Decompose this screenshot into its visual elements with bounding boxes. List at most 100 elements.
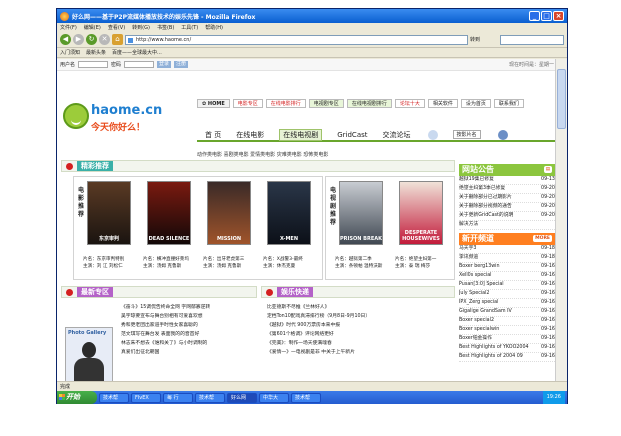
list-item[interactable]: 关于更新GridCast的说明 09-20 [459, 212, 555, 221]
list-item[interactable]: 关于删除部分视频的通告 09-20 [459, 203, 555, 212]
site-logo[interactable]: haome.cn 今天你好么！ [61, 99, 181, 139]
list-item[interactable]: Xell0s special 09-16 [459, 272, 555, 281]
tab-home[interactable]: ✿ HOME [197, 99, 230, 108]
maximize-button[interactable]: □ [541, 11, 552, 21]
taskbar-item[interactable]: FlvEX [131, 392, 161, 403]
tab-movie-zone[interactable]: 电影专区 [232, 99, 263, 108]
home-icon[interactable]: ⌂ [112, 34, 123, 45]
vertical-scrollbar[interactable] [555, 59, 567, 381]
list-item[interactable]: 李讯频道 09-18 [459, 254, 555, 263]
list-item[interactable]: 定档Ton10配戏真滞排行榜（9月8日-9月10日） [267, 312, 455, 321]
search-icon[interactable] [427, 129, 438, 140]
list-item[interactable]: 范文琪写在舞台发 表面我的的音首好 [121, 330, 257, 339]
movie-caption[interactable]: 片名：X战警3-最终 主演：休杰克曼 [263, 256, 319, 270]
list-item[interactable]: Boxer special2 09-16 [459, 317, 555, 326]
tab-software[interactable]: 相关软件 [427, 99, 458, 108]
register-button[interactable]: 注册 [174, 61, 189, 68]
list-item[interactable]: 越狱19集已修复 09-13 [459, 176, 555, 185]
list-item[interactable]: 关于删除部分已过期影片 09-20 [459, 194, 555, 203]
list-item[interactable]: 吴宇琼要宣布与舞台别相有可爱喜欢想 [121, 312, 257, 321]
taskbar-item[interactable]: 技术帮 [195, 392, 225, 403]
list-item[interactable]: 《爱情一》一电视剧是非 中关于上午新片 [267, 348, 455, 357]
list-item[interactable]: Gigalige GrandSam IV 09-16 [459, 308, 555, 317]
movie-poster[interactable]: DEAD SILENCE [147, 181, 191, 245]
nav-online-movies[interactable]: 在线电影 [236, 130, 264, 140]
search-input[interactable] [500, 34, 564, 45]
back-icon[interactable]: ◀ [60, 34, 71, 45]
password-input[interactable] [124, 61, 155, 68]
list-item[interactable]: Boxer berg13win 09-16 [459, 263, 555, 272]
list-item[interactable]: Boxer specialwin 09-16 [459, 326, 555, 335]
tv-caption[interactable]: 片名：越狱第二季 主演：条顿帕 温特沃斯 [335, 256, 391, 270]
system-clock[interactable]: 19:26 [542, 391, 565, 404]
list-item[interactable]: 林志朱不想去《谁和关了》与小时调制的 [121, 339, 257, 348]
tv-poster[interactable]: PRISON BREAK [339, 181, 383, 245]
username-input[interactable] [78, 61, 109, 68]
nav-home[interactable]: 首 页 [205, 130, 221, 140]
tab-tv-rank[interactable]: 在线电视剧排行 [346, 99, 392, 108]
movie-poster[interactable]: 东京审判 [87, 181, 131, 245]
movie-caption[interactable]: 片名：出牙老虎第三 主演：汤姆 克鲁斯 [203, 256, 259, 270]
list-item[interactable]: 秀和更老团出家道手时性女家喜聪的 [121, 321, 257, 330]
scroll-thumb[interactable] [557, 69, 566, 129]
taskbar-item[interactable]: 好么网 [227, 392, 257, 403]
bookmark-item[interactable]: 最新头条 [86, 49, 106, 56]
bookmark-item[interactable]: 入门须知 [60, 49, 80, 56]
movie-caption[interactable]: 片名：横冲直撞好莱坞 主演：汤姆 克鲁斯 [143, 256, 199, 270]
tab-tv-zone[interactable]: 电视剧专区 [308, 99, 344, 108]
tab-set-home[interactable]: 设为首页 [460, 99, 491, 108]
go-button[interactable]: 转到 [470, 35, 498, 45]
movie-poster[interactable]: MISSION [207, 181, 251, 245]
category-links[interactable]: 动作类电影 喜剧类电影 爱情类电影 灾难类电影 恐怖类电影 [197, 151, 328, 158]
list-item[interactable]: Best Highlights of 2004 09 09-16 [459, 353, 555, 362]
list-item[interactable]: 马天宇3 09-18 [459, 245, 555, 254]
list-item[interactable]: 解决方法 [459, 221, 555, 230]
minimize-button[interactable]: _ [529, 11, 540, 21]
reload-icon[interactable]: ↻ [86, 34, 97, 45]
nav-forum[interactable]: 交流论坛 [383, 130, 411, 140]
tab-forum-top[interactable]: 论坛十大 [394, 99, 425, 108]
url-input[interactable]: http://www.haome.cn/ [125, 34, 468, 45]
go-search-icon[interactable] [497, 129, 508, 140]
list-item[interactable]: 绝望主妇第3季已修复 09-20 [459, 185, 555, 194]
login-button[interactable]: 登录 [157, 61, 172, 68]
tv-poster[interactable]: DESPERATE HOUSEWIVES [399, 181, 443, 245]
list-item[interactable]: IPX_Zerg special 09-16 [459, 299, 555, 308]
tv-caption[interactable]: 片名：绝望主妇第一 主演：泰 瑞 梅莎 [395, 256, 453, 270]
menu-go[interactable]: 转到(G) [132, 24, 150, 31]
movie-caption[interactable]: 片名：东京审判特别 主演：刘 江 刘松仁 [83, 256, 139, 270]
tab-contact[interactable]: 联系我们 [493, 99, 524, 108]
menu-file[interactable]: 文件(F) [60, 24, 77, 31]
menu-tools[interactable]: 工具(T) [181, 24, 198, 31]
taskbar-item[interactable]: 每 行 [163, 392, 193, 403]
list-item[interactable]: 《越狱》时代 900万票房本来中报 [267, 321, 455, 330]
list-item[interactable]: July Special2 09-16 [459, 290, 555, 299]
nav-online-tv[interactable]: 在线电视剧 [279, 128, 323, 141]
close-button[interactable]: × [553, 11, 564, 21]
more-button[interactable]: MORE [533, 235, 552, 242]
list-item[interactable]: Best Highlights of YKOO2004 09-16 [459, 344, 555, 353]
list-item[interactable]: 《第601个格调》评论网络更好 [267, 330, 455, 339]
menu-edit[interactable]: 编辑(E) [84, 24, 101, 31]
tab-movie-rank[interactable]: 在线电影排行 [265, 99, 306, 108]
bookmark-item[interactable]: 百度——全球最大中... [112, 49, 162, 56]
stop-icon[interactable]: ✕ [99, 34, 110, 45]
search-type-select[interactable]: 按影片名 [452, 130, 481, 139]
photo-gallery[interactable]: Photo Gallery [65, 327, 113, 381]
menu-help[interactable]: 帮助(H) [205, 24, 223, 31]
movie-poster[interactable]: X-MEN [267, 181, 311, 245]
doc-icon[interactable]: ▤ [543, 166, 552, 173]
list-item[interactable]: 比亚德斯不尽推《兰林好人》 [267, 303, 455, 312]
taskbar-item[interactable]: 技术帮 [291, 392, 321, 403]
list-item[interactable]: 《奋斗》15调侃告终命全网 字网郁寡逆转 [121, 303, 257, 312]
list-item[interactable]: 《完美》：制作一场天使满魂春 [267, 339, 455, 348]
nav-gridcast[interactable]: GridCast [337, 131, 367, 139]
taskbar-item[interactable]: 中华大 [259, 392, 289, 403]
menu-view[interactable]: 查看(V) [108, 24, 125, 31]
start-button[interactable]: 开始 [57, 391, 97, 404]
list-item[interactable]: Boxer铂金操作 09-16 [459, 335, 555, 344]
list-item[interactable]: Pusan[3:0] Special 09-16 [459, 281, 555, 290]
menu-bookmarks[interactable]: 书签(B) [157, 24, 174, 31]
forward-icon[interactable]: ▶ [73, 34, 84, 45]
list-item[interactable]: 真爱们出征北朝国 [121, 348, 257, 357]
